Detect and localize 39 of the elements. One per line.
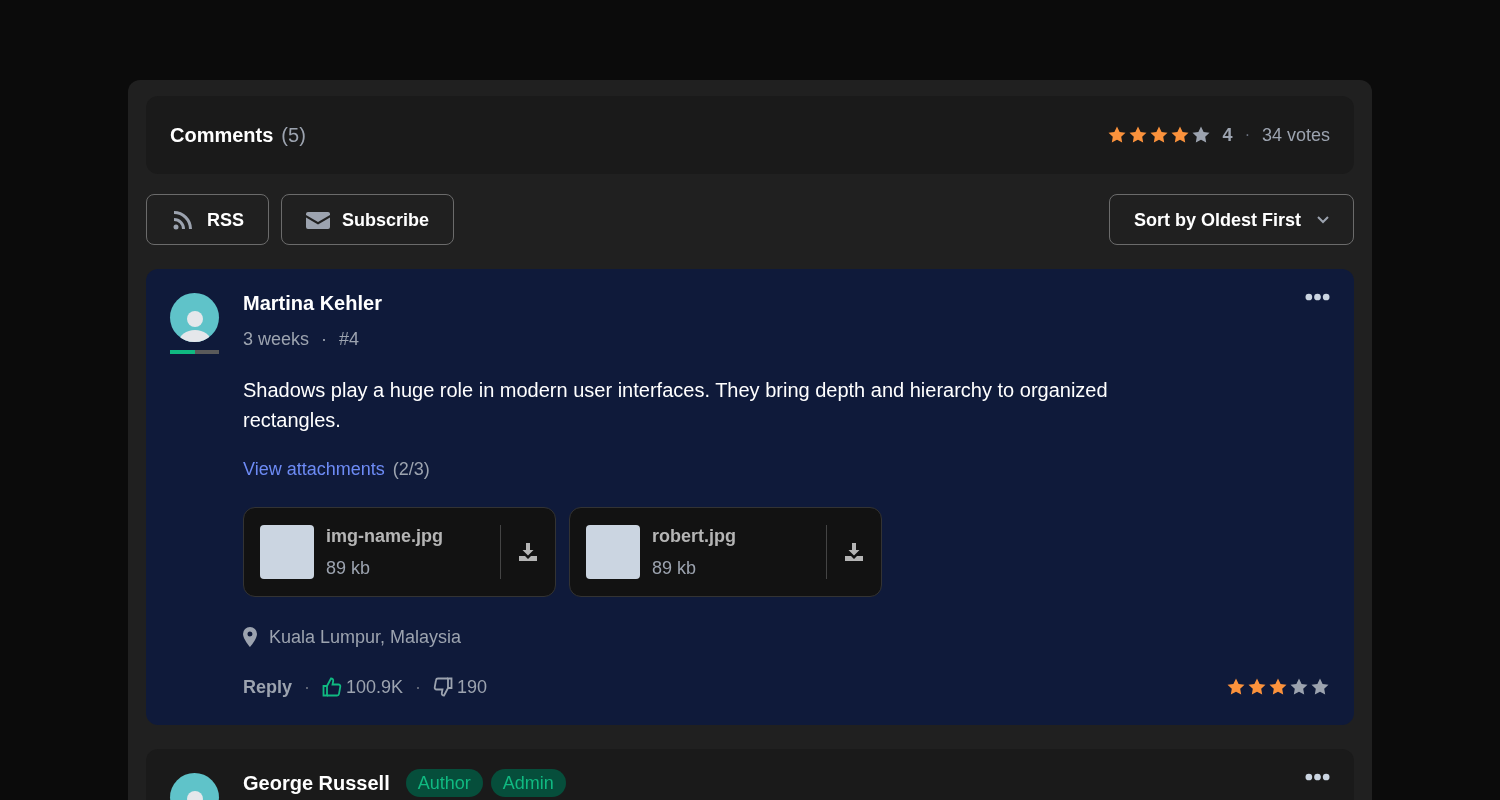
sort-dropdown[interactable]: Sort by Oldest First	[1108, 194, 1354, 245]
role-badge: Admin	[490, 769, 566, 797]
photo-placeholder	[586, 525, 640, 579]
like-button[interactable]: 100.9K	[322, 673, 404, 701]
thumbs-up-icon	[322, 677, 343, 697]
chevron-down-icon	[1317, 215, 1329, 224]
separator: ·	[321, 328, 328, 351]
separator: ·	[1244, 125, 1250, 145]
envelope-icon	[306, 209, 330, 230]
separator: ·	[304, 676, 311, 699]
comment-count: (5)	[281, 123, 306, 148]
download-icon	[518, 542, 538, 562]
separator: ·	[415, 676, 422, 699]
comment-time: 3 weeks	[243, 328, 310, 351]
author-name: George Russell	[243, 771, 390, 796]
attachment-count: (2/3)	[392, 458, 430, 481]
file-name: robert.jpg	[652, 525, 737, 548]
dislike-button[interactable]: 190	[433, 673, 488, 701]
ellipsis-icon	[1305, 773, 1330, 781]
download-icon	[844, 542, 864, 562]
comment-number: #4	[339, 328, 360, 351]
thumbs-down-icon	[433, 677, 454, 697]
role-badge: Author	[405, 769, 483, 797]
subscribe-button[interactable]: Subscribe	[281, 194, 455, 245]
rating-value: 4	[1222, 124, 1233, 147]
comments-title: Comments	[170, 123, 274, 148]
author-name: Martina Kehler	[243, 291, 382, 316]
rss-button[interactable]: RSS	[146, 194, 269, 245]
reply-button[interactable]: Reply	[243, 673, 293, 701]
file-name: img-name.jpg	[326, 525, 444, 548]
location-text: Kuala Lumpur, Malaysia	[269, 626, 462, 649]
ellipsis-icon	[1305, 293, 1330, 301]
view-attachments-link[interactable]: View attachments	[243, 455, 385, 483]
file-size: 89 kb	[326, 557, 372, 580]
file-size: 89 kb	[652, 557, 698, 580]
location-pin-icon	[243, 627, 257, 647]
photo-placeholder	[260, 525, 314, 579]
comment-text: Shadows play a huge role in modern user interfaces. They bring depth and hierarchy to organized rectangles.	[243, 378, 1109, 433]
vote-count: 34 votes	[1261, 124, 1330, 147]
